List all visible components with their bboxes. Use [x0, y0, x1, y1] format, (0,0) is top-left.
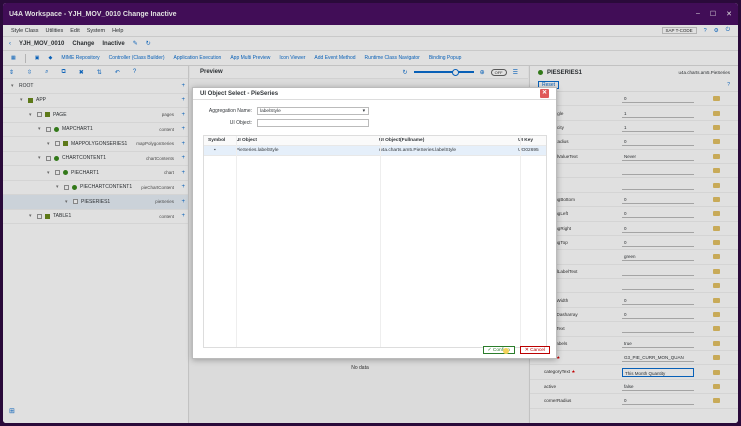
mouse-cursor [503, 348, 509, 354]
ui-object-select-dialog: UI Object Select - PieSeries ✕ Aggregati… [192, 87, 557, 359]
uiobject-table: Symbol UI Object UI Object(Fullname) UI … [203, 135, 547, 348]
col-uiobject[interactable]: UI Object [232, 138, 375, 143]
aggregation-label: Aggregation Name: [208, 108, 252, 114]
cancel-button[interactable]: ✕ Cancel [519, 346, 550, 354]
confirm-button[interactable]: ✓ Confirm [482, 346, 515, 354]
symbol-icon: ▪ [214, 148, 216, 153]
app-window: U4A Workspace - YJH_MOV_0010 Change Inac… [3, 3, 738, 423]
col-symbol[interactable]: Symbol [204, 138, 232, 143]
aggregation-select[interactable]: labelStyle ▾ [257, 107, 369, 115]
col-uikey[interactable]: UI Key [514, 138, 546, 143]
col-fullname[interactable]: UI Object(Fullname) [375, 138, 514, 143]
dialog-close-icon[interactable]: ✕ [540, 89, 549, 98]
table-row[interactable]: ▪ PieSeries.labelStyle u4a.charts.am5.Pi… [204, 146, 546, 156]
uiobject-input[interactable] [257, 119, 369, 127]
chevron-down-icon: ▾ [362, 109, 365, 114]
uiobject-label: UI Object: [229, 120, 252, 126]
dialog-title: UI Object Select - PieSeries [200, 90, 279, 97]
